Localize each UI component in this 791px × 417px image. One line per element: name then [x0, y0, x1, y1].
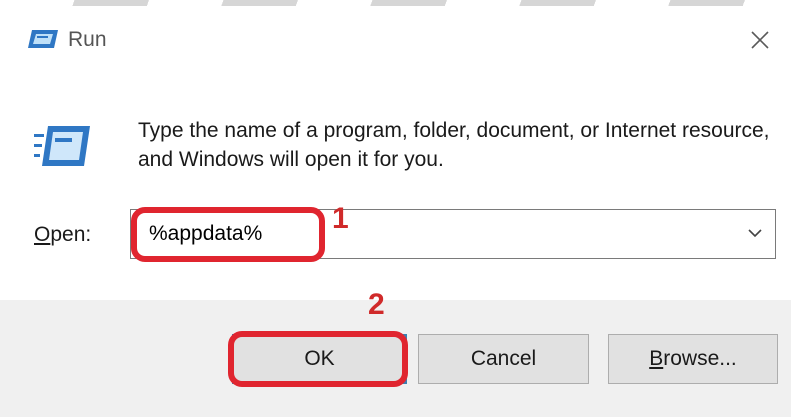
- open-label-accesskey: O: [34, 223, 51, 246]
- open-label: Open:: [34, 223, 91, 247]
- browse-button[interactable]: Browse...: [608, 334, 778, 384]
- browse-accesskey: B: [649, 347, 664, 370]
- chevron-down-icon: [748, 225, 762, 243]
- close-icon: [750, 30, 770, 55]
- dropdown-button[interactable]: [735, 210, 775, 258]
- dialog-content: Type the name of a program, folder, docu…: [0, 78, 791, 300]
- ok-button[interactable]: OK: [232, 334, 407, 384]
- browse-label: rowse...: [663, 347, 737, 370]
- step-2-marker: 2: [368, 288, 385, 321]
- close-button[interactable]: [729, 6, 791, 78]
- run-program-icon: [34, 120, 92, 174]
- run-app-icon: [26, 26, 60, 52]
- open-input[interactable]: [131, 210, 731, 258]
- step-1-marker: 1: [332, 202, 349, 235]
- dialog-description: Type the name of a program, folder, docu…: [138, 119, 770, 171]
- window-title: Run: [68, 28, 107, 51]
- open-combobox[interactable]: [130, 209, 776, 259]
- button-bar: OK Cancel Browse...: [0, 300, 791, 417]
- cancel-button[interactable]: Cancel: [418, 334, 589, 384]
- open-label-text: pen:: [50, 223, 92, 246]
- title-bar: Run: [0, 6, 791, 78]
